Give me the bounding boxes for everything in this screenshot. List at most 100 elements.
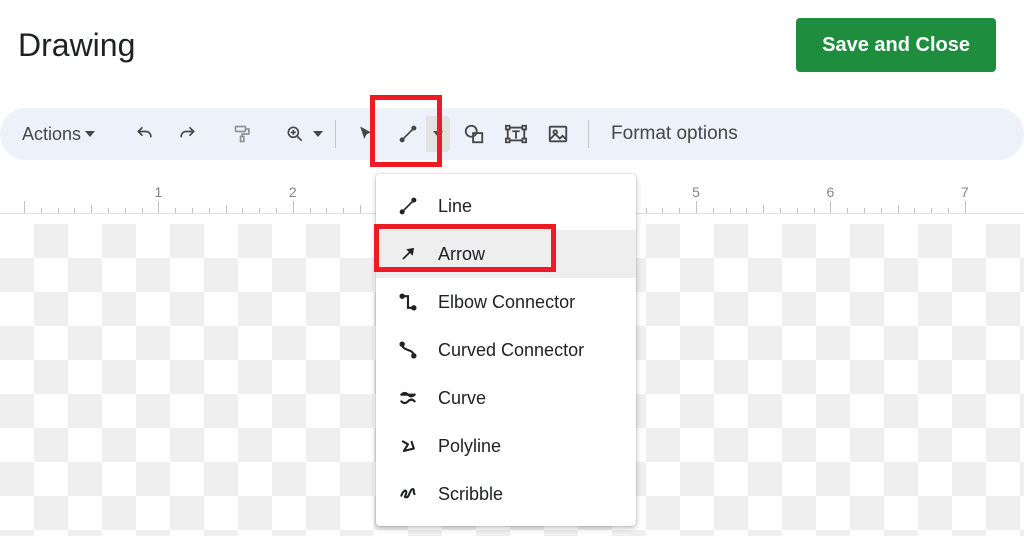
line-menu-item-scrib[interactable]: Scribble	[376, 470, 636, 518]
ruler-tick	[797, 208, 798, 213]
caret-down-icon	[85, 131, 95, 137]
zoom-icon	[285, 124, 305, 144]
curved-connector-icon	[396, 338, 420, 362]
ruler-tick	[91, 205, 92, 213]
actions-menu-button[interactable]: Actions	[14, 118, 103, 151]
ruler-number: 7	[961, 184, 969, 200]
textbox-tool-button[interactable]	[498, 116, 534, 152]
ruler-tick	[226, 205, 227, 213]
curve-icon	[396, 386, 420, 410]
line-tool-dropdown-button[interactable]	[426, 116, 450, 152]
ruler-tick	[41, 208, 42, 213]
ruler-tick	[914, 208, 915, 213]
line-menu-item-label: Elbow Connector	[438, 292, 575, 313]
line-menu-item-curve[interactable]: Curve	[376, 374, 636, 422]
line-tool-split-button[interactable]	[390, 116, 450, 152]
select-tool-button[interactable]	[348, 116, 384, 152]
ruler-tick	[326, 208, 327, 213]
ruler-tick	[310, 208, 311, 213]
line-menu-item-label: Arrow	[438, 244, 485, 265]
ruler-tick	[74, 208, 75, 213]
image-tool-button[interactable]	[540, 116, 576, 152]
ruler-tick	[679, 208, 680, 213]
format-options-button[interactable]: Format options	[601, 117, 748, 151]
ruler-tick	[696, 201, 697, 213]
arrow-icon	[396, 242, 420, 266]
textbox-icon	[505, 123, 527, 145]
ruler-tick	[276, 208, 277, 213]
line-menu-item-label: Curve	[438, 388, 486, 409]
line-menu-item-label: Curved Connector	[438, 340, 584, 361]
undo-button[interactable]	[127, 116, 163, 152]
actions-label: Actions	[22, 124, 81, 145]
polyline-icon	[396, 434, 420, 458]
line-menu-item-label: Scribble	[438, 484, 503, 505]
toolbar-separator	[335, 120, 336, 148]
shape-tool-button[interactable]	[456, 116, 492, 152]
save-and-close-button[interactable]: Save and Close	[796, 18, 996, 72]
paint-format-button[interactable]	[225, 116, 261, 152]
ruler-tick	[58, 208, 59, 213]
ruler-tick	[125, 208, 126, 213]
ruler-tick	[898, 205, 899, 213]
ruler-tick	[242, 208, 243, 213]
ruler-tick	[142, 208, 143, 213]
elbow-connector-icon	[396, 290, 420, 314]
ruler-tick	[158, 201, 159, 213]
ruler-tick	[746, 208, 747, 213]
line-menu-item-line[interactable]: Line	[376, 182, 636, 230]
ruler-tick	[175, 208, 176, 213]
cursor-icon	[356, 124, 376, 144]
ruler-tick	[763, 205, 764, 213]
ruler-tick	[293, 201, 294, 213]
ruler-tick	[646, 208, 647, 213]
ruler-tick	[864, 208, 865, 213]
ruler-tick	[830, 201, 831, 213]
redo-icon	[177, 124, 197, 144]
line-icon	[396, 194, 420, 218]
toolbar-separator	[588, 120, 589, 148]
line-menu-item-label: Line	[438, 196, 472, 217]
line-menu-item-label: Polyline	[438, 436, 501, 457]
caret-down-icon	[313, 131, 323, 137]
ruler-tick	[713, 208, 714, 213]
ruler-tick	[662, 208, 663, 213]
ruler-tick	[24, 201, 25, 213]
line-icon	[398, 124, 418, 144]
ruler-tick	[730, 208, 731, 213]
line-type-menu: Line Arrow Elbow Connector Curved Connector…	[376, 174, 636, 526]
toolbar: Actions Forma	[0, 108, 1024, 160]
redo-button[interactable]	[169, 116, 205, 152]
image-icon	[547, 123, 569, 145]
caret-down-icon	[433, 131, 443, 137]
undo-icon	[135, 124, 155, 144]
ruler-tick	[931, 208, 932, 213]
ruler-tick	[965, 201, 966, 213]
dialog-header: Drawing Save and Close	[0, 0, 1024, 90]
ruler-tick	[780, 208, 781, 213]
ruler-tick	[847, 208, 848, 213]
paint-roller-icon	[233, 124, 253, 144]
ruler-tick	[360, 205, 361, 213]
ruler-tick	[259, 208, 260, 213]
ruler-tick	[948, 208, 949, 213]
line-menu-item-curved[interactable]: Curved Connector	[376, 326, 636, 374]
line-menu-item-poly[interactable]: Polyline	[376, 422, 636, 470]
shape-icon	[463, 123, 485, 145]
ruler-tick	[108, 208, 109, 213]
ruler-tick	[209, 208, 210, 213]
dialog-title: Drawing	[18, 27, 135, 64]
ruler-number: 5	[692, 184, 700, 200]
ruler-number: 6	[826, 184, 834, 200]
zoom-button[interactable]	[281, 116, 323, 152]
ruler-number: 1	[154, 184, 162, 200]
line-tool-button[interactable]	[390, 116, 426, 152]
ruler-tick	[343, 208, 344, 213]
ruler-number: 2	[289, 184, 297, 200]
ruler-tick	[814, 208, 815, 213]
scribble-icon	[396, 482, 420, 506]
ruler-tick	[881, 208, 882, 213]
line-menu-item-arrow[interactable]: Arrow	[376, 230, 636, 278]
line-menu-item-elbow[interactable]: Elbow Connector	[376, 278, 636, 326]
ruler-tick	[192, 208, 193, 213]
